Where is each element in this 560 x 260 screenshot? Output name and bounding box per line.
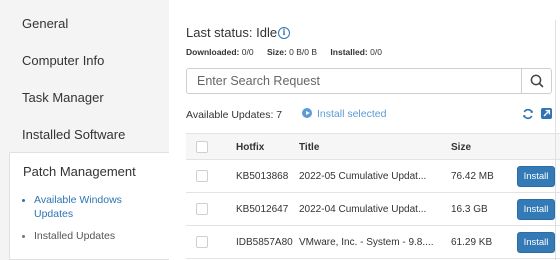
updates-table: Hotfix Title Size KB5013868 2022-05 Cumu… <box>186 133 560 260</box>
size-cell: 61.29 KB <box>451 237 493 248</box>
sidebar-subitem-installed-updates[interactable]: Installed Updates <box>34 229 162 243</box>
available-updates-count: Available Updates: 7 <box>186 109 283 121</box>
refresh-icon[interactable] <box>522 108 534 120</box>
select-all-checkbox[interactable] <box>196 141 208 153</box>
search-box <box>186 68 552 94</box>
download-stats: Downloaded: 0/0 Size: 0 B/0 B Installed:… <box>186 47 393 57</box>
title-cell: 2022-04 Cumulative Updat... <box>299 204 427 215</box>
install-selected-button[interactable]: Install selected <box>302 108 386 120</box>
search-icon <box>530 74 544 88</box>
sidebar-item-label: Patch Management <box>23 164 136 179</box>
row-checkbox[interactable] <box>196 170 208 182</box>
title-cell: 2022-05 Cumulative Updat... <box>299 171 427 182</box>
downloaded-value: 0/0 <box>241 47 254 57</box>
sidebar-item-installed-software[interactable]: Installed Software <box>0 116 169 153</box>
column-size[interactable]: Size <box>451 142 471 153</box>
play-icon <box>302 108 312 118</box>
last-status: Last status: Idle <box>186 25 277 40</box>
patch-management-panel: Last status: Idle i Downloaded: 0/0 Size… <box>169 0 560 260</box>
table-row: KB5012647 2022-04 Cumulative Updat... 16… <box>186 193 560 226</box>
column-title[interactable]: Title <box>299 142 447 153</box>
install-button[interactable]: Install <box>517 232 555 253</box>
external-link-icon[interactable] <box>541 108 552 119</box>
column-hotfix[interactable]: Hotfix <box>236 142 264 153</box>
hotfix-cell: KB5013868 <box>236 171 289 182</box>
sidebar-item-patch-management[interactable]: Patch Management Available Windows Updat… <box>9 152 169 260</box>
sidebar: General Computer Info Task Manager Insta… <box>0 0 169 260</box>
info-icon[interactable]: i <box>278 27 290 39</box>
size-cell: 16.3 GB <box>451 204 488 215</box>
installed-label: Installed: <box>330 47 368 57</box>
hotfix-cell: IDB5857A80 <box>236 237 293 248</box>
table-header: Hotfix Title Size <box>186 133 560 160</box>
scrollbar-edge <box>555 20 556 260</box>
hotfix-cell: KB5012647 <box>236 204 289 215</box>
size-cell: 76.42 MB <box>451 171 494 182</box>
sidebar-item-general[interactable]: General <box>0 5 169 42</box>
table-row: KB5013868 2022-05 Cumulative Updat... 76… <box>186 160 560 193</box>
bullet-icon <box>22 199 25 202</box>
search-input[interactable] <box>187 69 522 93</box>
bullet-icon <box>22 235 25 238</box>
install-button[interactable]: Install <box>517 166 555 187</box>
search-button[interactable] <box>521 69 551 93</box>
table-row: IDB5857A80 VMware, Inc. - System - 9.8..… <box>186 226 560 259</box>
title-cell: VMware, Inc. - System - 9.8.... <box>299 237 434 248</box>
row-checkbox[interactable] <box>196 236 208 248</box>
install-selected-label: Install selected <box>317 108 387 120</box>
downloaded-label: Downloaded: <box>186 47 240 57</box>
size-value: 0 B/0 B <box>289 47 318 57</box>
sidebar-item-computer-info[interactable]: Computer Info <box>0 42 169 79</box>
status-label: Last status: <box>186 25 253 40</box>
status-value: Idle <box>256 25 278 40</box>
install-button[interactable]: Install <box>517 199 555 220</box>
installed-value: 0/0 <box>370 47 382 57</box>
size-label: Size: <box>266 47 287 57</box>
row-checkbox[interactable] <box>196 203 208 215</box>
sidebar-subitem-available-windows-updates[interactable]: Available Windows Updates <box>34 193 162 221</box>
sidebar-item-task-manager[interactable]: Task Manager <box>0 79 169 116</box>
